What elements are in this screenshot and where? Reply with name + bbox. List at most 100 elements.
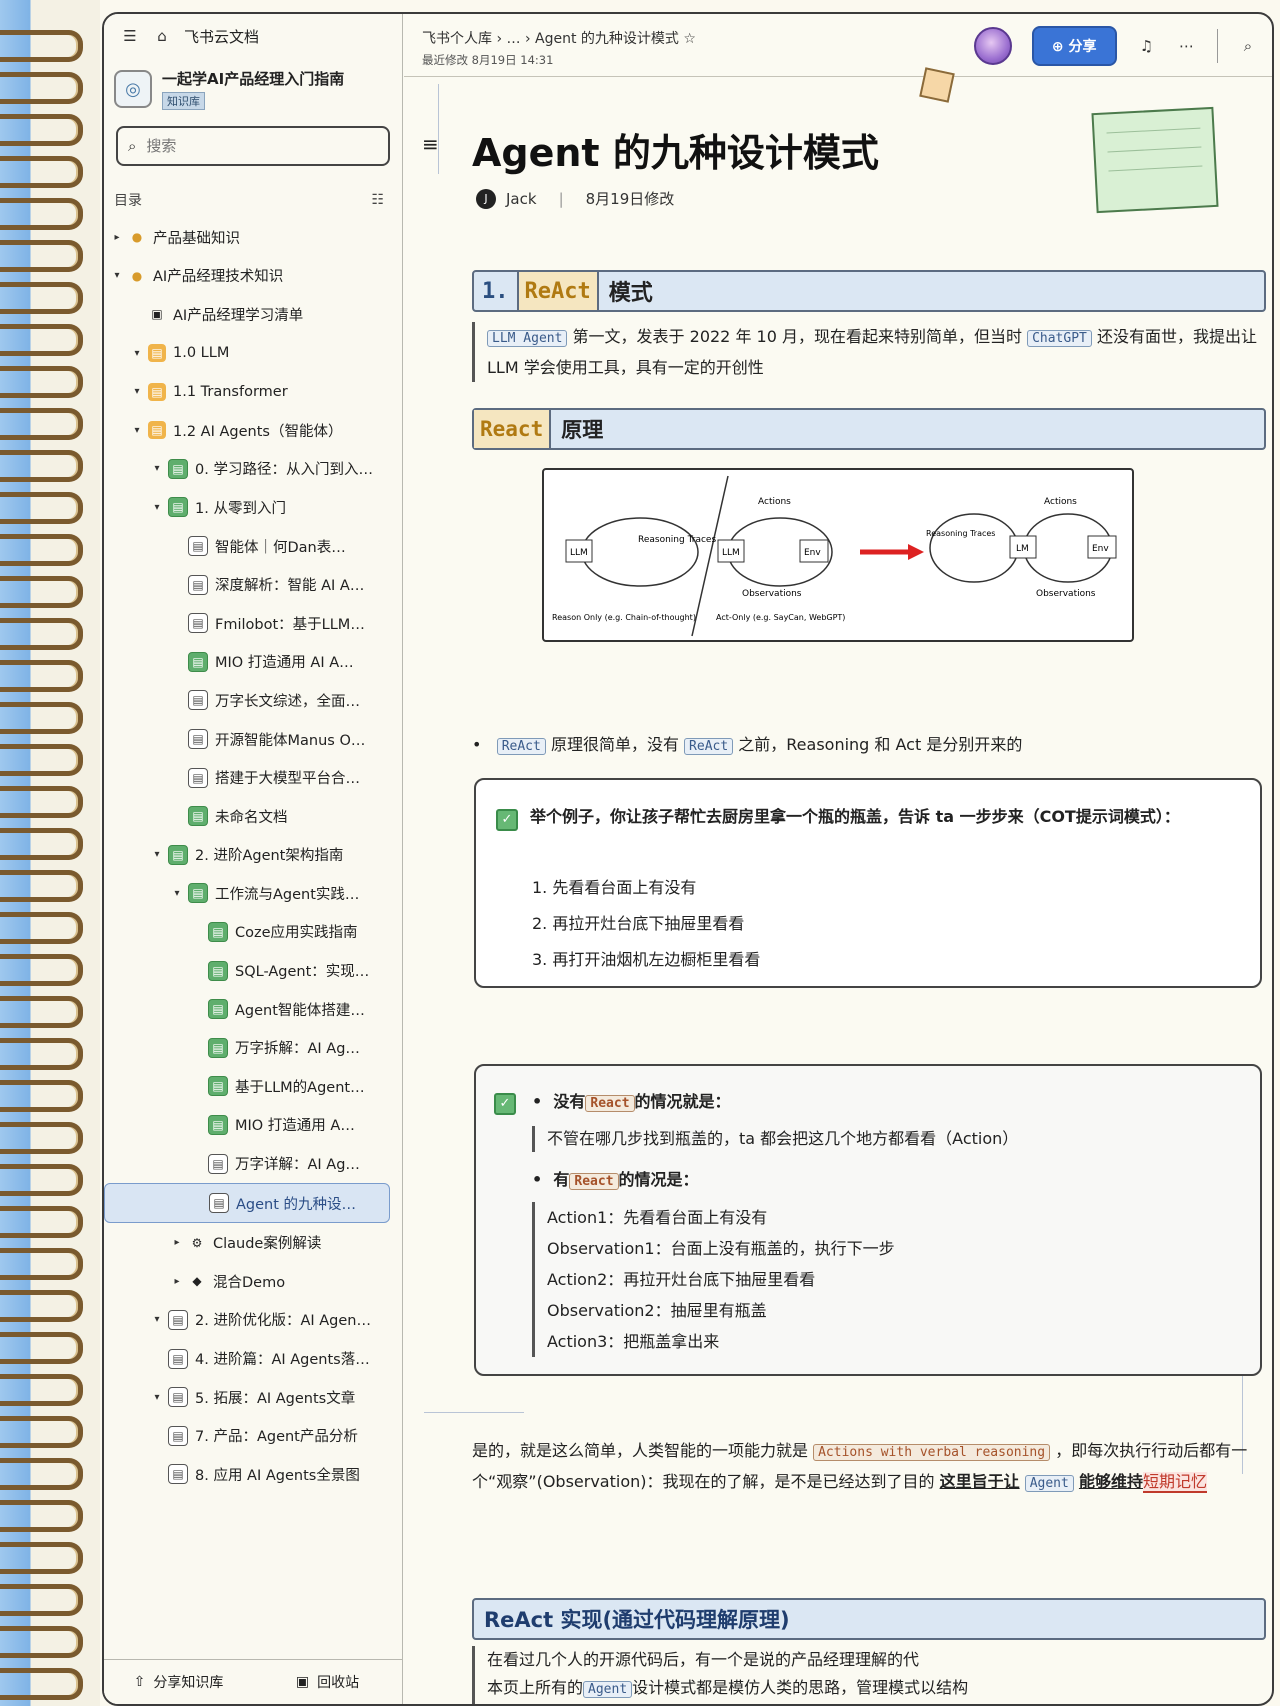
outline-menu-icon[interactable]: ≡ [422,132,439,156]
diagram-label: LM [1016,544,1029,554]
inline-code: Actions with verbal reasoning [813,1444,1051,1461]
expand-arrow-icon[interactable]: ▸ [170,1237,184,1248]
sidebar-tree-item[interactable]: ▤ MIO 打造通用 A… [104,1106,402,1145]
sidebar-tree-item[interactable]: ▾ ▤ 5. 拓展：AI Agents文章 [104,1378,402,1417]
spiral-ring [0,1584,83,1616]
breadcrumb-ellipsis[interactable]: … [507,31,521,47]
toc-list-icon[interactable]: ☷ [371,192,384,208]
checkbox-icon[interactable]: ✓ [494,1092,516,1115]
sidebar-tree-item[interactable]: ▤ 7. 产品：Agent产品分析 [104,1416,402,1455]
sidebar-tree-label: 万字详解：AI Ag… [235,1157,360,1174]
sidebar-tree-item[interactable]: ▤ 万字拆解：AI Ag… [104,1028,402,1067]
sidebar-tree-label: SQL-Agent：实现… [235,964,370,981]
sidebar-tree-item[interactable]: ▤ 万字详解：AI Ag… [104,1144,402,1183]
expand-arrow-icon[interactable]: ▾ [150,849,164,860]
spiral-ring [0,1500,83,1532]
search-icon[interactable]: ⌕ [1238,36,1258,56]
document-area: 飞书个人库 › … › Agent 的九种设计模式 ☆ 最近修改 8月19日 1… [404,14,1272,1704]
avatar[interactable] [973,27,1012,65]
sidebar-tree-item[interactable]: ▤ 8. 应用 AI Agents全景图 [104,1455,402,1494]
spiral-ring [0,996,83,1028]
breadcrumb: 飞书个人库 › … › Agent 的九种设计模式 ☆ [422,31,696,47]
list-item: Action1：先看看台面上有没有 [547,1208,768,1227]
spiral-ring [0,30,83,62]
sidebar-tree-item[interactable]: ▸ ◆ 混合Demo [104,1262,402,1301]
sidebar-tree-item[interactable]: ▸ ⚙ Claude案例解读 [104,1223,402,1262]
sidebar-tree-item[interactable]: ▤ Coze应用实践指南 [104,913,402,952]
expand-arrow-icon[interactable]: ▾ [130,348,144,359]
search-input[interactable] [144,136,329,156]
share-button[interactable]: ⊕ 分享 [1031,26,1117,66]
author-avatar[interactable]: J [476,188,496,209]
sidebar-tree-item[interactable]: ▤ SQL-Agent：实现… [104,951,402,990]
sidebar-tree-item[interactable]: ▤ 开源智能体Manus O… [104,720,402,759]
knowledge-base-header[interactable]: ◎ 一起学AI产品经理入门指南 知识库 [104,58,402,116]
diagram-label: Reasoning Traces [926,529,995,538]
sidebar-tree-item[interactable]: ▾ ▤ 1.2 AI Agents（智能体） [104,411,402,450]
sidebar-tree-item[interactable]: ▾ ▤ 0. 学习路径：从入门到入… [104,450,402,489]
sidebar-tree-item[interactable]: ▾ ▤ 1.1 Transformer [104,372,402,411]
spiral-ring [0,282,83,314]
sidebar-tree-item[interactable]: ▤ 基于LLM的Agent… [104,1067,402,1106]
sidebar-tree-item[interactable]: ▾ ▤ 2. 进阶优化版：AI Agen… [104,1301,402,1340]
share-kb-button[interactable]: ⇧ 分享知识库 [104,1672,253,1692]
home-icon[interactable]: ⌂ [152,26,172,46]
sidebar-tree-item[interactable]: ▤ 万字长文综述，全面… [104,681,402,720]
expand-arrow-icon[interactable]: ▾ [150,1392,164,1403]
sidebar-tree-label: MIO 打造通用 A… [235,1118,355,1135]
spiral-ring [0,1248,83,1280]
list-item: Observation2：抽屉里有瓶盖 [547,1301,767,1320]
doc-doc-icon: ▤ [209,1193,229,1214]
breadcrumb-root[interactable]: 飞书个人库 [422,31,492,47]
sidebar-footer: ⇧ 分享知识库 ▣ 回收站 [104,1659,402,1704]
sidebar-tree-item[interactable]: ▣ AI产品经理学习清单 [104,295,402,334]
sidebar-tree-label: AI产品经理技术知识 [153,269,284,286]
note-decoration [1091,106,1219,214]
action-observation-list: Action1：先看看台面上有没有 Observation1：台面上没有瓶盖的，… [532,1202,1247,1357]
green-doc-icon: ▤ [168,844,188,865]
more-options-icon[interactable]: ⋯ [1177,36,1197,56]
expand-arrow-icon[interactable]: ▾ [150,463,164,474]
star-icon[interactable]: ☆ [683,31,696,47]
checkbox-icon[interactable]: ✓ [496,808,518,831]
sidebar-tree-item[interactable]: ▤ MIO 打造通用 AI A… [104,643,402,682]
expand-arrow-icon[interactable]: ▾ [150,502,164,513]
sidebar-tree-item[interactable]: ▾ ▤ 1. 从零到入门 [104,488,402,527]
sidebar-tree-item[interactable]: ▤ 搭建于大模型平台合… [104,758,402,797]
sidebar-tree-item[interactable]: ▤ Agent 的九种设… [104,1182,390,1224]
sidebar-tree-item[interactable]: ▤ Agent智能体搭建… [104,990,402,1029]
expand-arrow-icon[interactable]: ▾ [110,270,124,281]
notification-bell-icon[interactable]: ♫ [1137,36,1157,56]
sidebar-tree-item[interactable]: ▾ ▤ 工作流与Agent实践… [104,874,402,913]
sidebar-tree-item[interactable]: ▤ 未命名文档 [104,797,402,836]
author-name[interactable]: Jack [506,190,537,208]
green-doc-icon: ▤ [208,1114,228,1135]
sidebar-tree-item[interactable]: ▾ ▤ 2. 进阶Agent架构指南 [104,836,402,875]
sidebar-tree-label: 未命名文档 [215,809,288,826]
sidebar-tree-item[interactable]: ▤ Fmilobot：基于LLM… [104,604,402,643]
spiral-ring [0,198,83,230]
list-item: Action3：把瓶盖拿出来 [547,1332,720,1351]
sidebar-tree-item[interactable]: ▤ 深度解析：智能 AI A… [104,565,402,604]
expand-arrow-icon[interactable]: ▾ [130,425,144,436]
expand-arrow-icon[interactable]: ▾ [150,1314,164,1325]
spiral-ring [0,1206,83,1238]
spiral-ring [0,912,83,944]
expand-arrow-icon[interactable]: ▸ [170,1276,184,1287]
comparison-callout: ✓ • 没有 React 的情况就是： 不管在哪几步找到瓶盖的，ta 都会把这几个地… [474,1064,1262,1376]
inline-code: React [585,1095,635,1112]
spiral-ring [0,492,83,524]
collapse-menu-icon[interactable]: ☰ [120,26,140,46]
sidebar-tree-item[interactable]: ▤ 智能体｜何Dan表… [104,527,402,566]
search-box[interactable]: ⌕ [116,126,390,166]
recycle-bin-button[interactable]: ▣ 回收站 [253,1672,402,1692]
sidebar-tree-item[interactable]: ▾ ● AI产品经理技术知识 [104,257,402,296]
sidebar-tree-item[interactable]: ▸ ● 产品基础知识 [104,218,402,257]
expand-arrow-icon[interactable]: ▸ [110,232,124,243]
section-heading-react-principle: React 原理 [472,408,1266,450]
sidebar-tree-item[interactable]: ▾ ▤ 1.0 LLM [104,334,402,373]
sidebar-tree-item[interactable]: ▤ 4. 进阶篇：AI Agents落… [104,1339,402,1378]
breadcrumb-current[interactable]: Agent 的九种设计模式 [535,31,679,47]
expand-arrow-icon[interactable]: ▾ [130,386,144,397]
expand-arrow-icon[interactable]: ▾ [170,888,184,899]
